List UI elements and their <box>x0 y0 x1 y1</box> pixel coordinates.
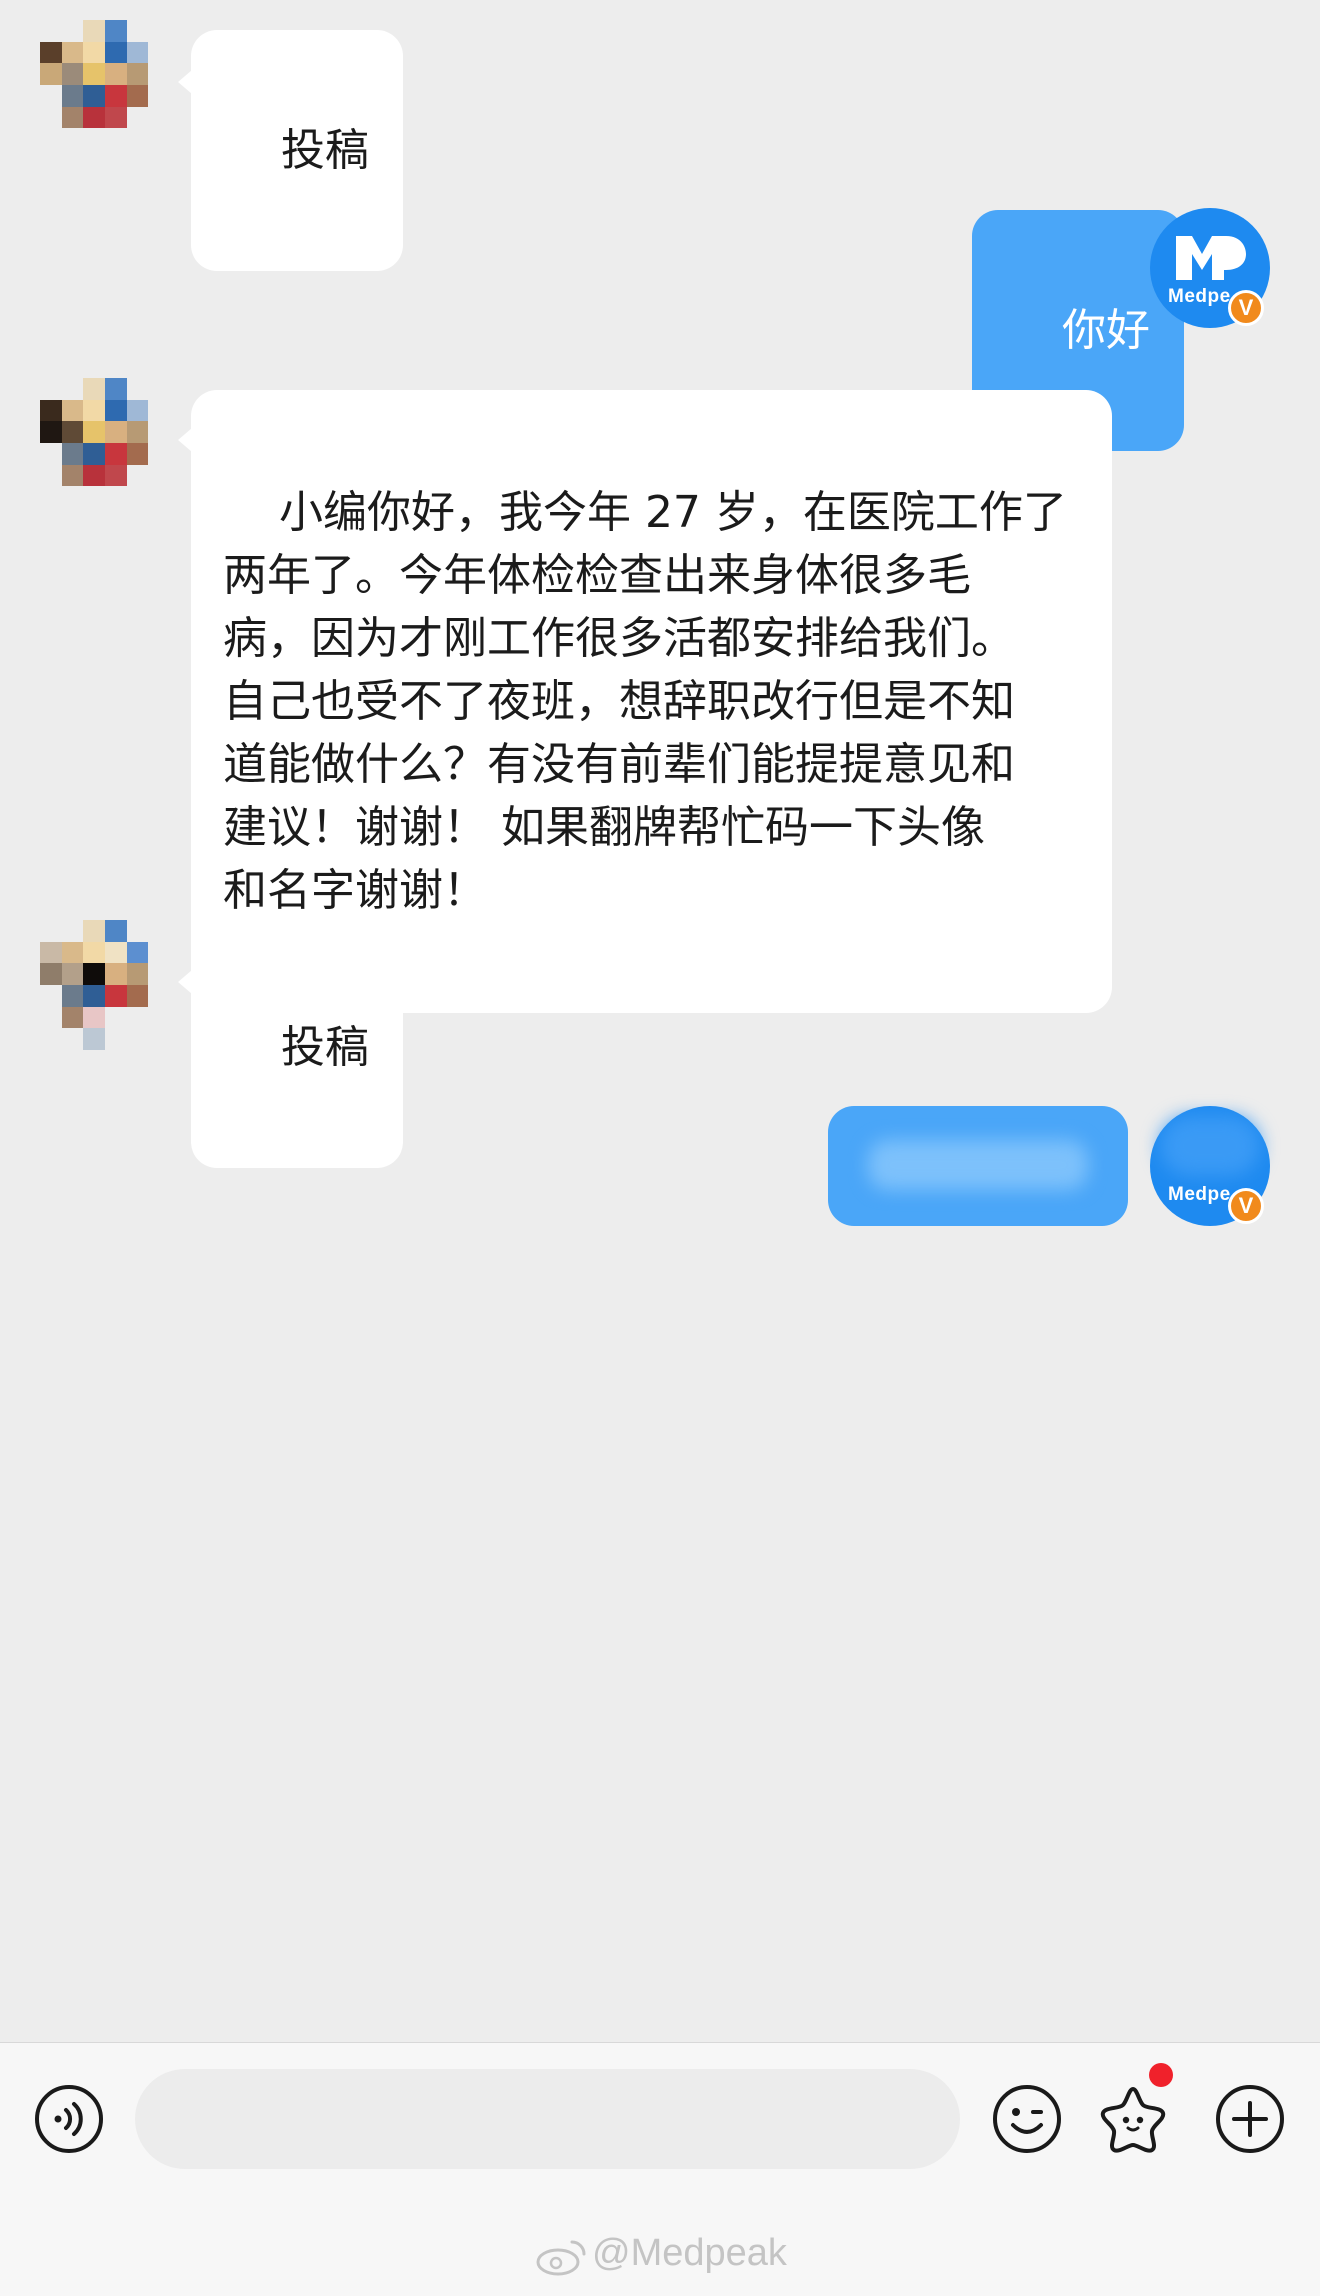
sender-avatar[interactable] <box>40 920 170 1050</box>
self-avatar[interactable]: Medpe V <box>1150 1106 1270 1226</box>
sender-avatar[interactable] <box>40 20 170 150</box>
message-input[interactable] <box>135 2069 960 2169</box>
watermark-text: @Medpeak <box>592 2232 787 2274</box>
mp-logo-icon <box>1176 236 1246 280</box>
message-bubble[interactable]: 投稿 <box>191 30 403 271</box>
message-text: 投稿 <box>280 1022 369 1073</box>
message-text: 投稿 <box>280 125 369 176</box>
avatar-logo-text: Medpe <box>1168 1184 1231 1205</box>
redacted-content <box>868 1140 1088 1190</box>
bubble-tail <box>1128 254 1142 278</box>
sender-avatar[interactable] <box>40 378 170 508</box>
message-text: 你好 <box>1061 305 1150 356</box>
avatar-logo-text: Medpe <box>1168 286 1231 307</box>
message-bubble[interactable] <box>828 1106 1128 1226</box>
emoji-icon[interactable] <box>991 2083 1063 2155</box>
star-sticker-icon[interactable] <box>1097 2083 1169 2155</box>
notification-dot <box>1149 2063 1173 2087</box>
redacted-avatar <box>1160 1116 1260 1176</box>
verified-badge: V <box>1228 290 1264 326</box>
verified-badge: V <box>1228 1188 1264 1224</box>
weibo-logo-icon <box>536 2240 586 2276</box>
bubble-tail <box>178 428 192 452</box>
plus-icon[interactable] <box>1214 2083 1286 2155</box>
chat-area: 投稿 你好 Medpe V 小编你好，我今年 27 岁，在医院工作了 两年了。今… <box>0 0 1320 2042</box>
message-bubble[interactable]: 小编你好，我今年 27 岁，在医院工作了 两年了。今年体检检查出来身体很多毛 病… <box>191 390 1112 1013</box>
message-bubble[interactable]: 投稿 <box>191 927 403 1168</box>
voice-icon[interactable] <box>33 2083 105 2155</box>
message-text: 小编你好，我今年 27 岁，在医院工作了 两年了。今年体检检查出来身体很多毛 病… <box>223 487 1067 916</box>
bubble-tail <box>178 970 192 994</box>
bubble-tail <box>178 70 192 94</box>
self-avatar[interactable]: Medpe V <box>1150 208 1270 328</box>
